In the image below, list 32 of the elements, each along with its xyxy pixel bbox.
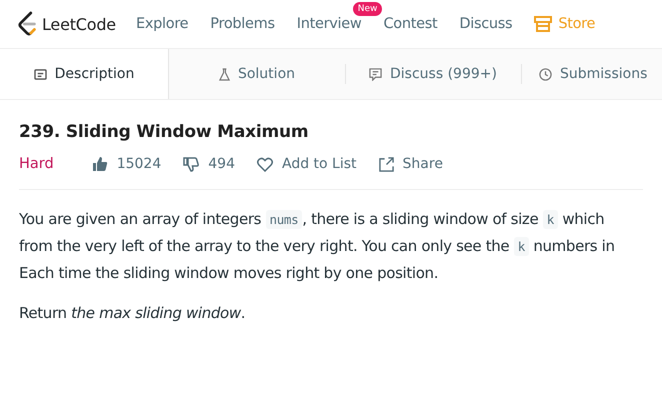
tab[interactable]: Solution	[169, 49, 345, 99]
nav-link[interactable]: Explore	[136, 16, 188, 32]
nav-link[interactable]: Interview	[296, 16, 362, 32]
heart-icon	[256, 156, 273, 172]
nav-link[interactable]: Contest	[383, 16, 438, 32]
flask-icon	[218, 68, 230, 80]
tab[interactable]: Discuss (999+)	[345, 49, 521, 99]
nav-link[interactable]: Discuss	[459, 16, 512, 32]
thumbs-up-icon[interactable]	[92, 156, 108, 172]
inline-code: nums	[266, 210, 302, 229]
share-icon	[378, 156, 394, 172]
tab[interactable]: Submissions	[521, 49, 662, 99]
difficulty-label: Hard	[19, 156, 54, 172]
clock-icon	[539, 68, 552, 80]
nav-link[interactable]: Problems	[210, 16, 275, 32]
inline-code: k	[542, 210, 558, 229]
return-sentence: Return the max sliding window.	[19, 303, 246, 324]
document-icon	[34, 68, 47, 80]
problem-title: 239. Sliding Window Maximum	[19, 122, 310, 142]
description-paragraph: You are given an array of integers nums , there is a sliding window of size k which from the very left of the array to the very right. You can only see the k numbers in Each time the sliding window moves right by one position.	[19, 209, 616, 284]
dislike-count: 494	[208, 156, 235, 172]
thumbs-down-icon[interactable]	[183, 156, 200, 172]
comment-icon	[369, 68, 382, 80]
logo-icon	[17, 11, 39, 37]
share-link[interactable]: Share	[378, 156, 443, 172]
inline-code: k	[514, 237, 529, 256]
new-badge: New	[352, 2, 382, 16]
like-count: 15024	[116, 156, 162, 172]
store-icon	[534, 16, 552, 32]
tab[interactable]: Description	[0, 49, 169, 99]
add-to-list-link[interactable]: Add to List	[256, 156, 357, 172]
logo-text[interactable]: LeetCode	[42, 14, 116, 34]
